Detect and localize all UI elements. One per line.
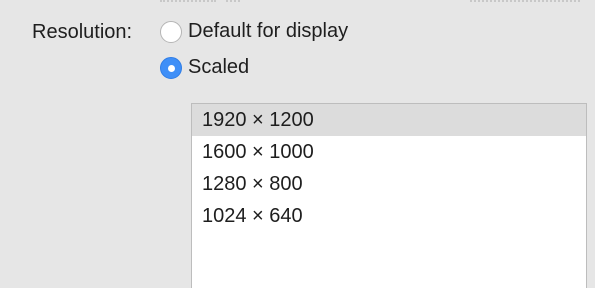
radio-button-unselected-icon[interactable]: [160, 20, 182, 43]
resolution-list-item[interactable]: 1024 × 640: [192, 200, 586, 232]
top-edge-divider: [0, 0, 595, 6]
resolution-list-item[interactable]: 1600 × 1000: [192, 136, 586, 168]
radio-button-selected-icon[interactable]: [160, 56, 182, 79]
resolution-list-item[interactable]: 1920 × 1200: [192, 104, 586, 136]
radio-scaled[interactable]: Scaled: [160, 56, 249, 79]
radio-default-label: Default for display: [188, 20, 349, 42]
scaled-resolution-list[interactable]: 1920 × 1200 1600 × 1000 1280 × 800 1024 …: [191, 103, 587, 288]
display-resolution-panel: Resolution: Default for display Scaled 1…: [0, 0, 595, 288]
resolution-list-item[interactable]: 1280 × 800: [192, 168, 586, 200]
radio-scaled-label: Scaled: [188, 56, 250, 78]
resolution-label: Resolution:: [32, 21, 133, 43]
radio-default-for-display[interactable]: Default for display: [160, 20, 348, 43]
